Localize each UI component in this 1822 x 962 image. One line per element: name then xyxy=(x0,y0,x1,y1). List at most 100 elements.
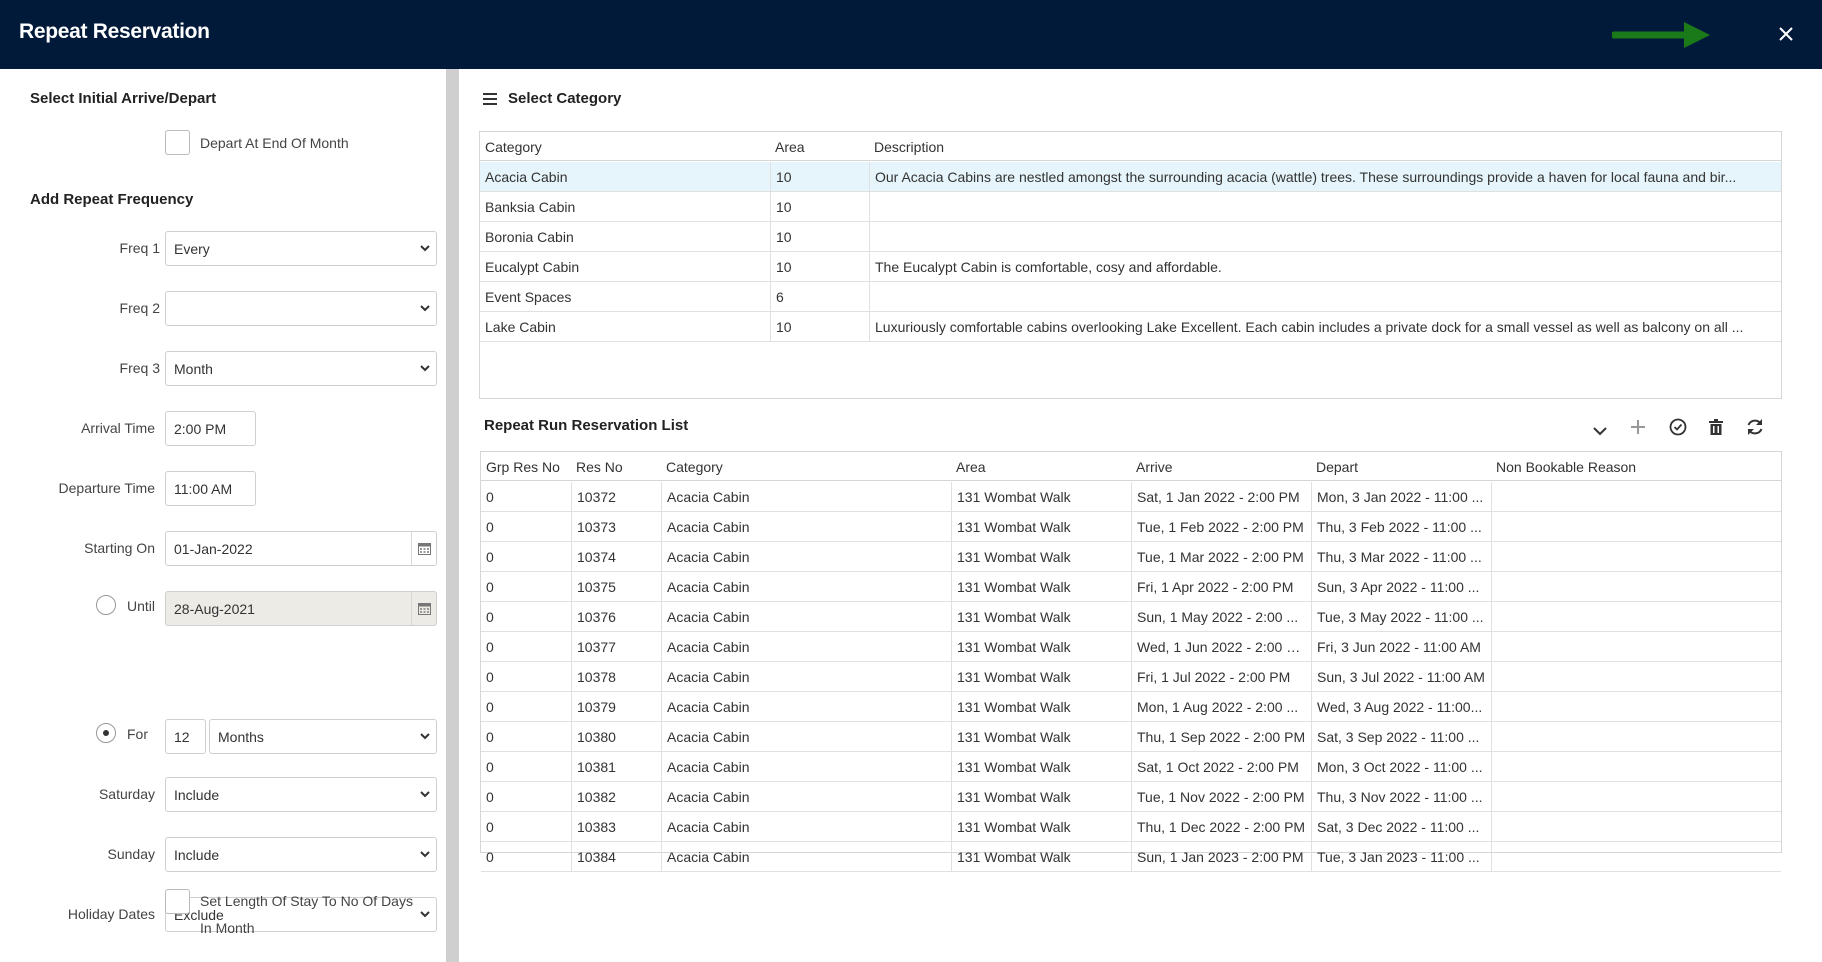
table-cell xyxy=(1491,512,1781,542)
table-cell: 131 Wombat Walk xyxy=(951,542,1131,572)
col-res-no[interactable]: Res No xyxy=(576,459,623,475)
starting-on-input[interactable]: 01-Jan-2022 xyxy=(165,531,437,566)
chevron-down-icon xyxy=(420,245,430,252)
col-area[interactable]: Area xyxy=(775,139,805,155)
until-radio[interactable] xyxy=(96,595,116,615)
table-cell: Wed, 3 Aug 2022 - 11:00... xyxy=(1311,692,1491,722)
table-cell xyxy=(1491,752,1781,782)
table-row[interactable]: 0 10379 Acacia Cabin 131 Wombat Walk Mon, 1 … xyxy=(481,692,1781,722)
table-cell: 131 Wombat Walk xyxy=(951,662,1131,692)
chevron-down-icon xyxy=(420,733,430,740)
close-icon[interactable] xyxy=(1774,22,1798,46)
table-cell: 10 xyxy=(770,222,869,252)
saturday-value: Include xyxy=(174,787,220,803)
table-cell xyxy=(1491,542,1781,572)
for-count-input[interactable]: 12 xyxy=(165,719,206,754)
table-row[interactable]: Boronia Cabin 10 xyxy=(480,222,1781,252)
col-category[interactable]: Category xyxy=(666,459,723,475)
table-row[interactable]: 0 10374 Acacia Cabin 131 Wombat Walk Tue, 1 … xyxy=(481,542,1781,572)
table-cell: Acacia Cabin xyxy=(661,632,951,662)
refresh-icon[interactable] xyxy=(1744,416,1766,438)
menu-icon[interactable] xyxy=(483,93,497,105)
table-row[interactable]: Acacia Cabin 10 Our Acacia Cabins are nest… xyxy=(480,162,1781,192)
table-row[interactable]: 0 10380 Acacia Cabin 131 Wombat Walk Thu, 1 … xyxy=(481,722,1781,752)
select-category-heading: Select Category xyxy=(508,90,622,107)
table-cell: 10 xyxy=(770,312,869,342)
table-row[interactable]: 0 10383 Acacia Cabin 131 Wombat Walk Thu, 1 … xyxy=(481,812,1781,842)
table-cell: Sat, 1 Oct 2022 - 2:00 PM xyxy=(1131,752,1311,782)
freq1-select[interactable]: Every xyxy=(165,231,437,266)
table-row[interactable]: 0 10372 Acacia Cabin 131 Wombat Walk Sat, 1 … xyxy=(481,482,1781,512)
table-row[interactable]: 0 10382 Acacia Cabin 131 Wombat Walk Tue, 1 … xyxy=(481,782,1781,812)
table-cell: The Eucalypt Cabin is comfortable, cosy … xyxy=(869,252,1781,282)
panel-splitter[interactable] xyxy=(446,69,459,962)
for-radio[interactable] xyxy=(96,723,116,743)
set-length-checkbox[interactable] xyxy=(165,889,190,914)
table-cell: 0 xyxy=(486,609,494,625)
table-cell: Luxuriously comfortable cabins overlooki… xyxy=(869,312,1781,342)
table-cell: Fri, 1 Jul 2022 - 2:00 PM xyxy=(1131,662,1311,692)
table-row[interactable]: Eucalypt Cabin 10 The Eucalypt Cabin is co… xyxy=(480,252,1781,282)
table-cell: Banksia Cabin xyxy=(485,199,576,215)
depart-end-of-month-checkbox[interactable] xyxy=(165,130,190,155)
table-cell: 131 Wombat Walk xyxy=(951,782,1131,812)
until-label: Until xyxy=(127,598,156,614)
table-cell: Acacia Cabin xyxy=(661,572,951,602)
table-row[interactable]: 0 10375 Acacia Cabin 131 Wombat Walk Fri, 1 … xyxy=(481,572,1781,602)
arrival-time-input[interactable]: 2:00 PM xyxy=(165,411,256,446)
calendar-button[interactable] xyxy=(411,532,436,565)
table-cell: Acacia Cabin xyxy=(661,482,951,512)
table-cell xyxy=(1491,692,1781,722)
table-cell: Sat, 1 Jan 2022 - 2:00 PM xyxy=(1131,482,1311,512)
freq2-select[interactable] xyxy=(165,291,437,326)
chevron-down-icon[interactable] xyxy=(1589,420,1611,442)
col-category[interactable]: Category xyxy=(485,139,542,155)
table-cell: 0 xyxy=(486,699,494,715)
table-cell: Sun, 1 May 2022 - 2:00 ... xyxy=(1131,602,1311,632)
until-input[interactable]: 28-Aug-2021 xyxy=(165,591,437,626)
sunday-select[interactable]: Include xyxy=(165,837,437,872)
trash-icon[interactable] xyxy=(1705,416,1727,438)
window-title: Repeat Reservation xyxy=(19,20,210,43)
for-unit-select[interactable]: Months xyxy=(209,719,437,754)
table-row[interactable]: 0 10381 Acacia Cabin 131 Wombat Walk Sat, 1 … xyxy=(481,752,1781,782)
freq3-label: Freq 3 xyxy=(119,360,160,376)
table-row[interactable]: 0 10377 Acacia Cabin 131 Wombat Walk Wed, 1 … xyxy=(481,632,1781,662)
table-cell: 10372 xyxy=(571,482,661,512)
col-arrive[interactable]: Arrive xyxy=(1136,459,1173,475)
calendar-icon xyxy=(418,543,431,555)
table-cell: Fri, 1 Apr 2022 - 2:00 PM xyxy=(1131,572,1311,602)
table-row[interactable]: Event Spaces 6 xyxy=(480,282,1781,312)
plus-icon[interactable] xyxy=(1627,416,1649,438)
departure-time-input[interactable]: 11:00 AM xyxy=(165,471,256,506)
table-cell: Sat, 3 Sep 2022 - 11:00 ... xyxy=(1311,722,1491,752)
col-area[interactable]: Area xyxy=(956,459,986,475)
table-row[interactable]: 0 10384 Acacia Cabin 131 Wombat Walk Sun, 1 … xyxy=(481,842,1781,872)
table-cell: 10375 xyxy=(571,572,661,602)
table-row[interactable]: Lake Cabin 10 Luxuriously comfortable cabi… xyxy=(480,312,1781,342)
col-non-bookable-reason[interactable]: Non Bookable Reason xyxy=(1496,459,1636,475)
table-cell: 10382 xyxy=(571,782,661,812)
sunday-label: Sunday xyxy=(107,846,155,862)
col-grp-res-no[interactable]: Grp Res No xyxy=(486,459,560,475)
freq3-value: Month xyxy=(174,361,213,377)
table-cell xyxy=(1491,782,1781,812)
table-cell: 131 Wombat Walk xyxy=(951,572,1131,602)
calendar-button[interactable] xyxy=(411,592,436,625)
col-description[interactable]: Description xyxy=(874,139,944,155)
table-cell: Eucalypt Cabin xyxy=(485,259,580,275)
check-circle-icon[interactable] xyxy=(1667,416,1689,438)
for-label: For xyxy=(127,726,148,742)
table-cell: 0 xyxy=(486,819,494,835)
saturday-select[interactable]: Include xyxy=(165,777,437,812)
col-depart[interactable]: Depart xyxy=(1316,459,1358,475)
table-row[interactable]: 0 10373 Acacia Cabin 131 Wombat Walk Tue, 1 … xyxy=(481,512,1781,542)
table-row[interactable]: 0 10378 Acacia Cabin 131 Wombat Walk Fri, 1 … xyxy=(481,662,1781,692)
table-cell: 0 xyxy=(486,669,494,685)
table-cell xyxy=(869,282,1781,312)
table-cell: Acacia Cabin xyxy=(661,842,951,872)
table-row[interactable]: Banksia Cabin 10 xyxy=(480,192,1781,222)
initial-heading: Select Initial Arrive/Depart xyxy=(30,90,217,107)
table-row[interactable]: 0 10376 Acacia Cabin 131 Wombat Walk Sun, 1 … xyxy=(481,602,1781,632)
freq3-select[interactable]: Month xyxy=(165,351,437,386)
